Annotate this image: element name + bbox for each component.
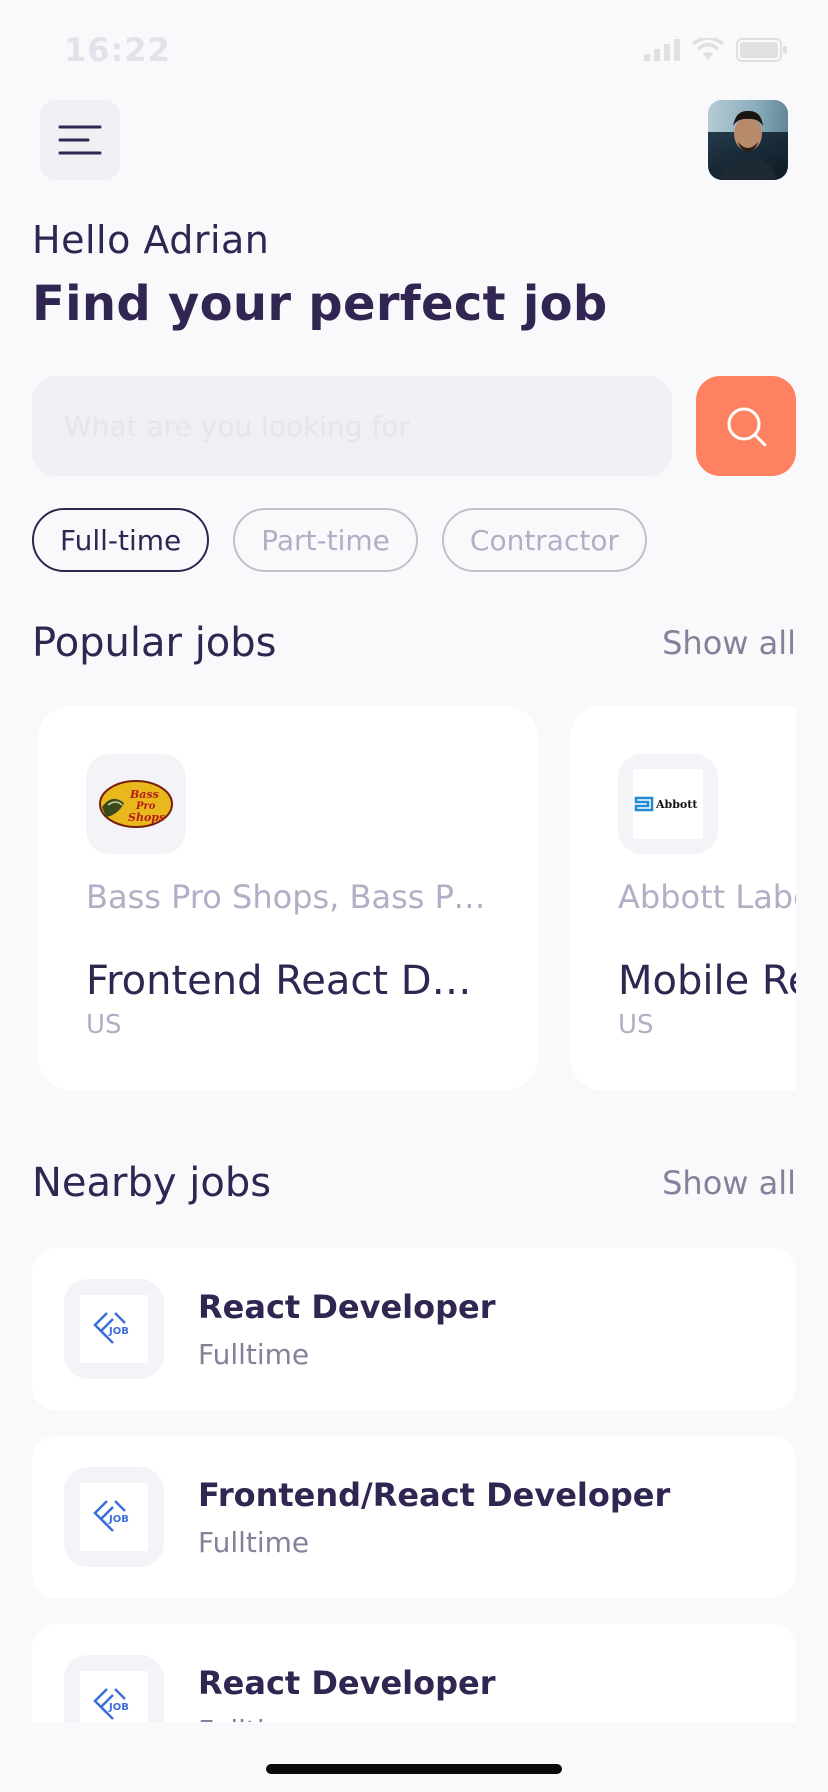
nearby-jobs-header: Nearby jobs Show all (32, 1160, 796, 1206)
search-icon (727, 407, 767, 447)
svg-text:JOB: JOB (108, 1514, 129, 1525)
search-button[interactable] (696, 376, 796, 476)
header (40, 100, 788, 180)
job-title: Mobile Re (618, 958, 796, 1004)
svg-text:Bass: Bass (129, 788, 159, 801)
company-logo: Abbott (618, 754, 718, 854)
company-logo: JOB (64, 1279, 164, 1379)
svg-text:JOB: JOB (108, 1702, 129, 1713)
company-name: Abbott Labo (618, 878, 796, 916)
popular-job-card[interactable]: Abbott Abbott Labo Mobile Re US (570, 706, 796, 1090)
job-info: Frontend/React Developer Fulltime (198, 1476, 670, 1559)
job-logo-frame: JOB (80, 1295, 148, 1363)
nearby-jobs-title: Nearby jobs (32, 1160, 272, 1206)
abbott-logo-icon: Abbott (634, 796, 698, 812)
popular-jobs-header: Popular jobs Show all (32, 620, 796, 666)
battery-icon (736, 38, 787, 62)
company-logo: JOB (64, 1655, 164, 1722)
signal-icon (644, 39, 680, 61)
job-logo-frame: JOB (80, 1671, 148, 1722)
nearby-job-card[interactable]: JOB React Developer Fulltime (32, 1248, 796, 1410)
home-indicator[interactable] (266, 1764, 562, 1774)
popular-jobs-title: Popular jobs (32, 620, 277, 666)
job-info: React Developer Fulltime (198, 1288, 496, 1371)
status-time: 16:22 (64, 31, 171, 69)
company-logo: JOB (64, 1467, 164, 1567)
nearby-job-card[interactable]: JOB Frontend/React Developer Fulltime (32, 1436, 796, 1598)
nearby-job-card[interactable]: JOB React Developer Fulltime (32, 1624, 796, 1722)
job-title: React Developer (198, 1287, 496, 1326)
popular-jobs-list[interactable]: Bass Pro Shops Bass Pro Shops, Bass Pro.… (38, 706, 796, 1090)
status-bar: 16:22 (0, 0, 828, 100)
svg-text:Shops: Shops (128, 811, 165, 824)
tab-full-time[interactable]: Full-time (32, 508, 210, 572)
search-input[interactable] (32, 376, 672, 476)
tab-part-time[interactable]: Part-time (233, 508, 418, 572)
nearby-show-all-link[interactable]: Show all (662, 1164, 796, 1202)
abbott-logo-frame: Abbott (633, 769, 703, 839)
bass-pro-shops-logo-icon: Bass Pro Shops (99, 780, 173, 828)
job-type-tabs: Full-time Part-time Contractor (32, 508, 647, 572)
company-logo: Bass Pro Shops (86, 754, 186, 854)
job-type: Fulltime (198, 1525, 310, 1559)
wifi-icon (692, 38, 724, 60)
job-title: React Developer (198, 1663, 496, 1702)
job-title: Frontend React Dev... (86, 958, 490, 1004)
job-location: US (618, 1010, 654, 1040)
job-logo-icon: JOB (93, 1500, 129, 1532)
svg-text:Abbott: Abbott (655, 798, 698, 811)
company-name: Bass Pro Shops, Bass Pro... (86, 878, 490, 916)
job-logo-icon: JOB (93, 1312, 129, 1344)
status-icons (644, 38, 788, 62)
popular-job-card[interactable]: Bass Pro Shops Bass Pro Shops, Bass Pro.… (38, 706, 538, 1090)
job-title: Frontend/React Developer (198, 1475, 671, 1514)
popular-show-all-link[interactable]: Show all (662, 624, 796, 662)
search-bar (32, 376, 796, 476)
job-info: React Developer Fulltime (198, 1664, 496, 1723)
nearby-jobs-list[interactable]: JOB React Developer Fulltime JOB Fronten… (32, 1248, 796, 1722)
job-type: Fulltime (198, 1337, 310, 1371)
profile-photo-icon (720, 110, 776, 180)
menu-button[interactable] (40, 100, 120, 180)
avatar[interactable] (708, 100, 788, 180)
job-logo-frame: JOB (80, 1483, 148, 1551)
job-type: Fulltime (198, 1714, 496, 1723)
job-logo-icon: JOB (93, 1688, 129, 1720)
tab-contractor[interactable]: Contractor (441, 508, 647, 572)
svg-text:JOB: JOB (108, 1326, 129, 1337)
welcome-section: Hello Adrian Find your perfect job (32, 218, 608, 332)
greeting-text: Hello Adrian (32, 218, 270, 262)
menu-icon (58, 125, 102, 155)
job-location: US (86, 1010, 122, 1040)
page-title: Find your perfect job (32, 276, 608, 332)
